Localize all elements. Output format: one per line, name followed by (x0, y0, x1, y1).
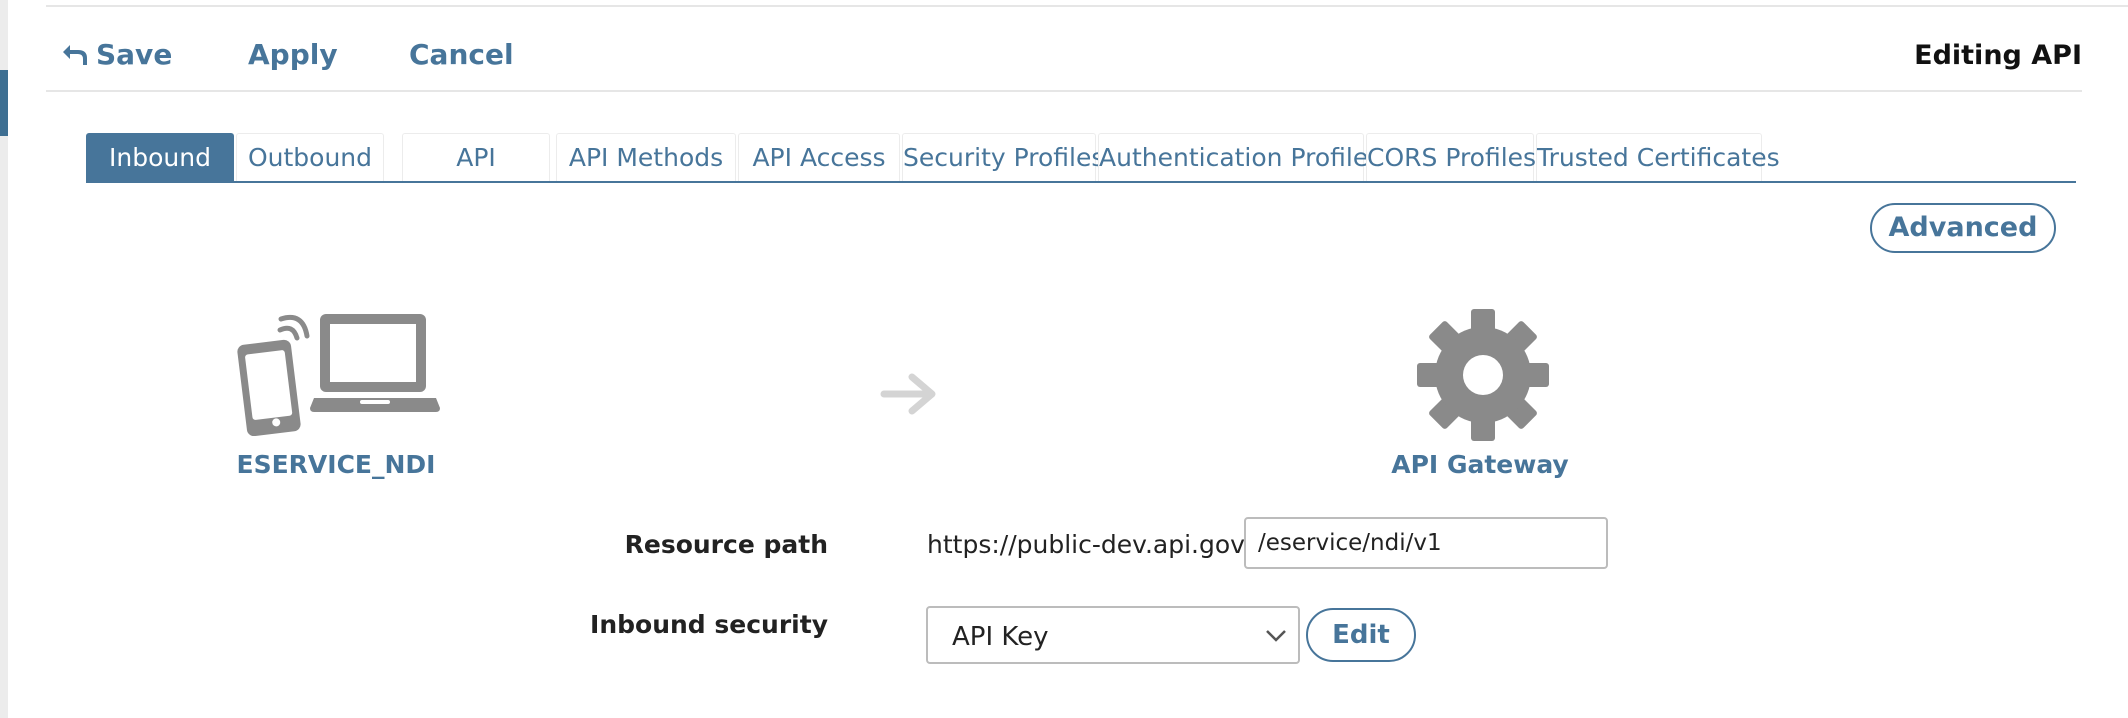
edit-security-button[interactable]: Edit (1306, 608, 1416, 662)
inbound-security-select[interactable]: API Key (926, 606, 1300, 664)
tab-bar: Inbound Outbound API API Methods API Acc… (86, 133, 2076, 183)
apply-button[interactable]: Apply (248, 38, 338, 71)
inbound-security-label: Inbound security (590, 610, 828, 639)
tab-api[interactable]: API (402, 133, 550, 181)
tab-security-profiles[interactable]: Security Profiles (902, 133, 1104, 181)
resource-path-label: Resource path (624, 530, 828, 559)
tab-outbound[interactable]: Outbound (236, 133, 384, 181)
client-label: ESERVICE_NDI (236, 450, 436, 479)
devices-icon (236, 310, 440, 440)
tab-inbound[interactable]: Inbound (86, 133, 234, 181)
top-divider (46, 5, 2128, 7)
save-button[interactable]: Save (62, 38, 172, 71)
page-title: Editing API (1914, 40, 2082, 71)
undo-arrow-icon (63, 45, 87, 65)
toolbar: Save Apply Cancel Editing API (46, 10, 2082, 92)
resource-path-input[interactable] (1244, 517, 1608, 569)
cancel-button[interactable]: Cancel (409, 38, 514, 71)
inbound-security-value: API Key (952, 622, 1049, 652)
arrow-right-icon (880, 372, 940, 420)
tab-authentication-profiles[interactable]: Authentication Profiles (1098, 133, 1381, 181)
left-accent-bar (0, 70, 8, 136)
tab-trusted-certificates[interactable]: Trusted Certificates (1536, 133, 1780, 181)
tab-cors-profiles[interactable]: CORS Profiles (1366, 133, 1536, 181)
save-button-label: Save (96, 38, 173, 71)
base-url-text: https://public-dev.api.gov.sg (927, 530, 1280, 559)
gear-icon (1416, 308, 1550, 446)
advanced-button[interactable]: Advanced (1870, 203, 2056, 253)
tab-api-access[interactable]: API Access (738, 133, 900, 181)
gateway-label: API Gateway (1391, 450, 1569, 479)
tab-api-methods[interactable]: API Methods (556, 133, 736, 181)
chevron-down-icon (1266, 630, 1286, 642)
